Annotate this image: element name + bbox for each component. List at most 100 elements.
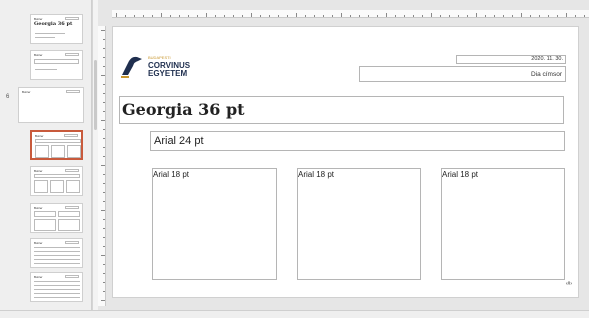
thumbnail-placeholder-box <box>67 145 81 158</box>
slide-number: 6 <box>6 94 10 100</box>
slide-thumbnail[interactable]: Bolzer <box>30 130 83 160</box>
content-column-3[interactable]: Arial 18 pt <box>441 168 565 280</box>
slide-thumbnail[interactable]: Bolzer <box>30 238 83 268</box>
thumbnail-placeholder-box <box>34 180 48 193</box>
thumbnail-text-line <box>34 247 80 248</box>
thumbnail-header-tag <box>65 169 79 172</box>
vertical-ruler <box>98 26 106 306</box>
ruler-tick <box>305 15 306 17</box>
slide-thumbnail[interactable]: Bolzer <box>30 203 83 233</box>
logo-line-budapesti: BUDAPESTI <box>148 55 171 60</box>
ruler-tick <box>161 13 162 17</box>
ruler-tick <box>101 255 105 256</box>
ruler-tick <box>503 15 504 17</box>
ruler-tick <box>494 15 495 17</box>
slide-number-placeholder: ‹#› <box>565 281 572 287</box>
ruler-tick <box>449 15 450 17</box>
ruler-tick <box>103 291 105 292</box>
slide-subtitle: Arial 24 pt <box>154 135 204 147</box>
ruler-tick <box>278 15 279 17</box>
slide-canvas[interactable]: BUDAPESTI CORVINUS EGYETEM 2020. 11. 30.… <box>112 26 579 298</box>
ruler-tick <box>101 210 105 211</box>
ruler-tick <box>103 228 105 229</box>
ruler-tick <box>103 246 105 247</box>
ruler-tick <box>296 13 297 17</box>
ruler-tick <box>101 300 105 301</box>
ruler-tick <box>467 15 468 17</box>
ruler-tick <box>103 129 105 130</box>
ruler-tick <box>242 15 243 17</box>
thumbnail-text-line <box>34 255 80 256</box>
column-3-text: Arial 18 pt <box>442 170 479 179</box>
thumbnail-text-line <box>35 69 57 70</box>
ruler-tick <box>395 15 396 17</box>
thumbnail-header-tag <box>66 90 80 93</box>
thumbnail-text-line <box>34 297 80 298</box>
ruler-tick <box>101 165 105 166</box>
ruler-tick <box>584 15 585 17</box>
subtitle-placeholder[interactable]: Arial 24 pt <box>150 131 565 151</box>
ruler-tick <box>350 15 351 17</box>
thumbnail-text-line <box>34 281 80 282</box>
slide-thumbnail[interactable]: Bolzer <box>30 166 83 196</box>
ruler-tick <box>224 15 225 17</box>
ruler-tick <box>422 15 423 17</box>
ruler-tick <box>197 15 198 17</box>
ruler-tick <box>101 75 105 76</box>
content-column-2[interactable]: Arial 18 pt <box>297 168 421 280</box>
horizontal-ruler <box>112 10 589 18</box>
content-column-1[interactable]: Arial 18 pt <box>152 168 277 280</box>
date-placeholder[interactable]: 2020. 11. 30. <box>456 55 566 64</box>
slide-thumbnail[interactable]: Bolzer <box>30 272 83 302</box>
slide-thumbnail-panel[interactable]: Bolzer Georgia 36 pt Bolzer Bolzer 6 Bolzer Bo… <box>0 0 92 318</box>
ruler-tick <box>103 264 105 265</box>
ruler-tick <box>103 39 105 40</box>
ruler-tick <box>103 102 105 103</box>
slide-thumbnail[interactable]: Bolzer <box>30 50 83 80</box>
thumbnail-header-tag <box>64 134 78 137</box>
thumbnail-text-line <box>34 263 80 264</box>
ruler-tick <box>101 120 105 121</box>
ruler-tick <box>103 111 105 112</box>
ruler-tick <box>170 15 171 17</box>
thumbnail-text-line <box>34 259 80 260</box>
title-placeholder[interactable]: Georgia 36 pt <box>119 96 564 124</box>
ruler-tick <box>251 13 252 17</box>
thumbnail-placeholder-box <box>58 219 80 231</box>
thumbnail-text-line <box>35 33 65 34</box>
ruler-tick <box>103 183 105 184</box>
thumbnail-header-tag <box>65 53 79 56</box>
ruler-tick <box>188 15 189 17</box>
ruler-tick <box>386 13 387 17</box>
slide-thumbnail[interactable]: Bolzer Georgia 36 pt <box>30 14 83 44</box>
thumbnail-scrollbar-thumb[interactable] <box>94 60 97 130</box>
ruler-tick <box>143 15 144 17</box>
ruler-tick <box>431 13 432 17</box>
ruler-tick <box>521 13 522 17</box>
thumbnail-placeholder-box <box>66 180 80 193</box>
thumbnail-label: Bolzer <box>34 53 43 57</box>
ruler-tick <box>116 13 117 17</box>
thumbnail-text-line <box>34 293 80 294</box>
ruler-tick <box>125 15 126 17</box>
ruler-tick <box>314 15 315 17</box>
thumbnail-placeholder-box <box>34 59 79 64</box>
ruler-tick <box>233 15 234 17</box>
header-title-text: Dia címsor <box>530 71 562 78</box>
ruler-tick <box>539 15 540 17</box>
ruler-tick <box>103 93 105 94</box>
ruler-tick <box>103 57 105 58</box>
thumbnail-placeholder-box <box>34 174 80 178</box>
slide-thumbnail[interactable]: Bolzer <box>18 87 84 123</box>
ruler-tick <box>103 219 105 220</box>
corvinus-raven-logo-icon <box>121 56 142 78</box>
date-text: 2020. 11. 30. <box>531 56 563 62</box>
ruler-tick <box>103 273 105 274</box>
column-1-text: Arial 18 pt <box>153 170 190 179</box>
ruler-tick <box>413 15 414 17</box>
ruler-tick <box>103 156 105 157</box>
header-title-placeholder[interactable]: Dia címsor <box>359 66 566 82</box>
ruler-tick <box>103 48 105 49</box>
thumbnail-header-tag <box>65 275 79 278</box>
ruler-tick <box>103 174 105 175</box>
